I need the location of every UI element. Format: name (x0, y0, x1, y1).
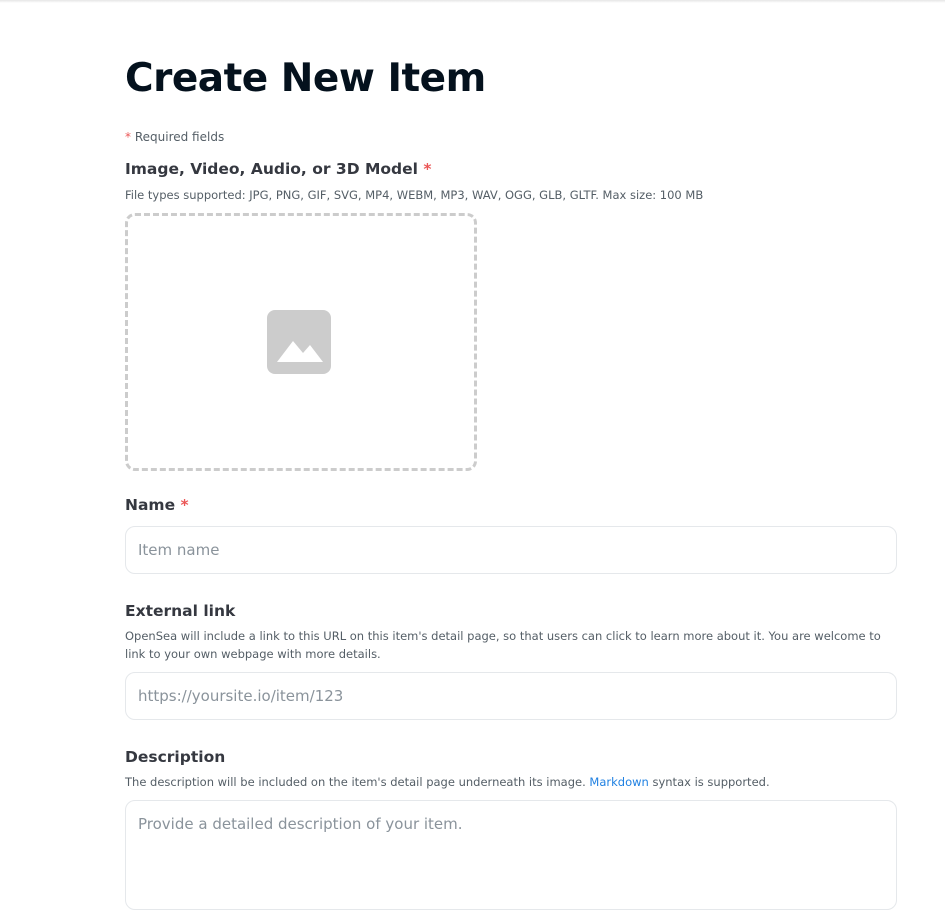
name-label: Name * (125, 496, 189, 514)
description-hint-text: The description will be included on the … (125, 775, 586, 789)
required-star: * (180, 496, 189, 514)
description-hint: The description will be included on the … (125, 773, 770, 791)
media-label: Image, Video, Audio, or 3D Model * (125, 160, 431, 178)
external-link-input[interactable] (125, 672, 897, 720)
required-fields-note: * Required fields (125, 130, 224, 144)
description-label: Description (125, 748, 226, 766)
external-link-label: External link (125, 602, 236, 620)
name-label-text: Name (125, 496, 176, 514)
header-shadow (0, 0, 945, 3)
media-label-text: Image, Video, Audio, or 3D Model (125, 160, 418, 178)
name-input[interactable] (125, 526, 897, 574)
media-dropzone[interactable] (125, 213, 477, 471)
page-title: Create New Item (125, 56, 486, 101)
required-star: * (125, 130, 131, 144)
required-star: * (423, 160, 432, 178)
media-hint: File types supported: JPG, PNG, GIF, SVG… (125, 188, 704, 202)
markdown-link[interactable]: Markdown (589, 775, 648, 789)
description-textarea[interactable] (125, 800, 897, 910)
required-fields-text: Required fields (134, 130, 225, 144)
description-hint-suffix: syntax is supported. (652, 775, 770, 789)
external-link-hint: OpenSea will include a link to this URL … (125, 629, 881, 661)
image-icon (267, 310, 331, 374)
